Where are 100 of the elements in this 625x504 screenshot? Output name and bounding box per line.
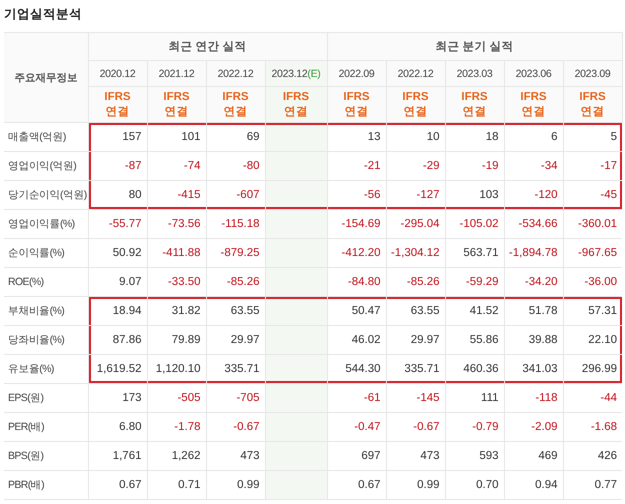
table-cell: -80 — [206, 152, 265, 180]
table-cell: 39.88 — [504, 326, 564, 354]
table-cell: 335.71 — [386, 354, 446, 384]
table-cell: 9.07 — [88, 268, 147, 296]
period-header: 2020.12 — [88, 60, 147, 86]
row-label: EPS(원) — [4, 384, 88, 412]
table-cell: -19 — [445, 152, 504, 180]
table-cell: -145 — [386, 384, 446, 412]
row-label: 영업이익(억원) — [4, 152, 88, 180]
column-header: 최근 연간 실적 — [88, 32, 328, 60]
row-label: 순이익률(%) — [4, 238, 88, 268]
table-cell: 50.92 — [88, 238, 147, 268]
table-cell: -87 — [88, 152, 147, 180]
consolidation-label: 연결 — [402, 104, 429, 120]
table-cell: -59.29 — [445, 268, 504, 296]
row-label: 유보율(%) — [4, 354, 88, 384]
table-cell: -61 — [327, 384, 386, 412]
table-cell: -34 — [504, 152, 564, 180]
table-cell: 697 — [327, 442, 386, 470]
table-cell: 296.99 — [563, 354, 622, 384]
table-cell: -1.78 — [147, 412, 206, 442]
accounting-standard: IFRS — [578, 90, 607, 104]
column-header: 최근 분기 실적 — [327, 32, 622, 60]
accounting-standard: IFRS — [342, 90, 371, 104]
table-cell: -295.04 — [386, 210, 446, 238]
row-label: 당기순이익(억원) — [4, 180, 88, 210]
table-cell: 0.71 — [147, 470, 206, 500]
period-header: 2023.06 — [504, 60, 564, 86]
table-cell: 80 — [88, 180, 147, 210]
row-label: 매출액(억원) — [4, 122, 88, 152]
table-cell: 103 — [445, 180, 504, 210]
table-cell: 1,120.10 — [147, 354, 206, 384]
table-cell: -118 — [504, 384, 564, 412]
table-cell: 341.03 — [504, 354, 564, 384]
table-cell: -0.79 — [445, 412, 504, 442]
table-cell: -85.26 — [206, 268, 265, 296]
table-cell: -1.68 — [563, 412, 622, 442]
table-cell: 87.86 — [88, 326, 147, 354]
table-cell: -120 — [504, 180, 564, 210]
table-cell: 55.86 — [445, 326, 504, 354]
table-cell: 0.94 — [504, 470, 564, 500]
consolidation-label: 연결 — [222, 104, 248, 120]
table-cell: 426 — [563, 442, 622, 470]
table-cell: -73.56 — [147, 210, 206, 238]
table-cell: 18 — [445, 122, 504, 152]
table-cell: -879.25 — [206, 238, 265, 268]
table-cell: 173 — [88, 384, 147, 412]
table-cell: 50.47 — [327, 296, 386, 326]
table-cell: 469 — [504, 442, 564, 470]
table-cell: -967.65 — [563, 238, 622, 268]
table-cell: -1,894.78 — [504, 238, 564, 268]
table-cell: 5 — [563, 122, 622, 152]
table-cell: 563.71 — [445, 238, 504, 268]
consolidation-label: 연결 — [283, 104, 309, 120]
table-cell: 1,761 — [88, 442, 147, 470]
table-cell: 13 — [327, 122, 386, 152]
row-label: 영업이익률(%) — [4, 210, 88, 238]
table-cell: 335.71 — [206, 354, 265, 384]
table-cell: 46.02 — [327, 326, 386, 354]
table-cell: 0.70 — [445, 470, 504, 500]
table-cell: -36.00 — [563, 268, 622, 296]
accounting-standard: IFRS — [460, 90, 489, 104]
table-cell: 79.89 — [147, 326, 206, 354]
table-cell: -34.20 — [504, 268, 564, 296]
table-cell: 473 — [386, 442, 446, 470]
table-cell: 0.99 — [386, 470, 446, 500]
period-header: 2023.03 — [445, 60, 504, 86]
table-cell: -127 — [386, 180, 446, 210]
column-header: 주요재무정보 — [4, 32, 88, 122]
estimate-mark: (E) — [307, 68, 320, 80]
table-cell: 1,619.52 — [88, 354, 147, 384]
table-cell: 473 — [206, 442, 265, 470]
table-cell: -45 — [563, 180, 622, 210]
table-cell: -411.88 — [147, 238, 206, 268]
table-cell: 69 — [206, 122, 265, 152]
table-cell: -0.47 — [327, 412, 386, 442]
table-cell: 157 — [88, 122, 147, 152]
table-cell: -74 — [147, 152, 206, 180]
consolidation-label: 연결 — [580, 104, 606, 120]
table-cell: -505 — [147, 384, 206, 412]
table-cell: 41.52 — [445, 296, 504, 326]
accounting-standard: IFRS — [221, 90, 250, 104]
table-cell: -705 — [206, 384, 265, 412]
table-cell: 31.82 — [147, 296, 206, 326]
period-header: 2022.12 — [206, 60, 265, 86]
table-cell: -44 — [563, 384, 622, 412]
table-cell: 0.67 — [88, 470, 147, 500]
table-cell: -2.09 — [504, 412, 564, 442]
table-cell: -415 — [147, 180, 206, 210]
table-cell: 544.30 — [327, 354, 386, 384]
table-cell: 29.97 — [386, 326, 446, 354]
table-cell: 593 — [445, 442, 504, 470]
table-cell: 0.67 — [327, 470, 386, 500]
table-cell: -55.77 — [88, 210, 147, 238]
period-header: 2023.09 — [563, 60, 622, 86]
row-label: PER(배) — [4, 412, 88, 442]
table-cell: -21 — [327, 152, 386, 180]
table-cell: 0.77 — [563, 470, 622, 500]
consolidation-label: 연결 — [104, 104, 130, 120]
table-cell: -33.50 — [147, 268, 206, 296]
